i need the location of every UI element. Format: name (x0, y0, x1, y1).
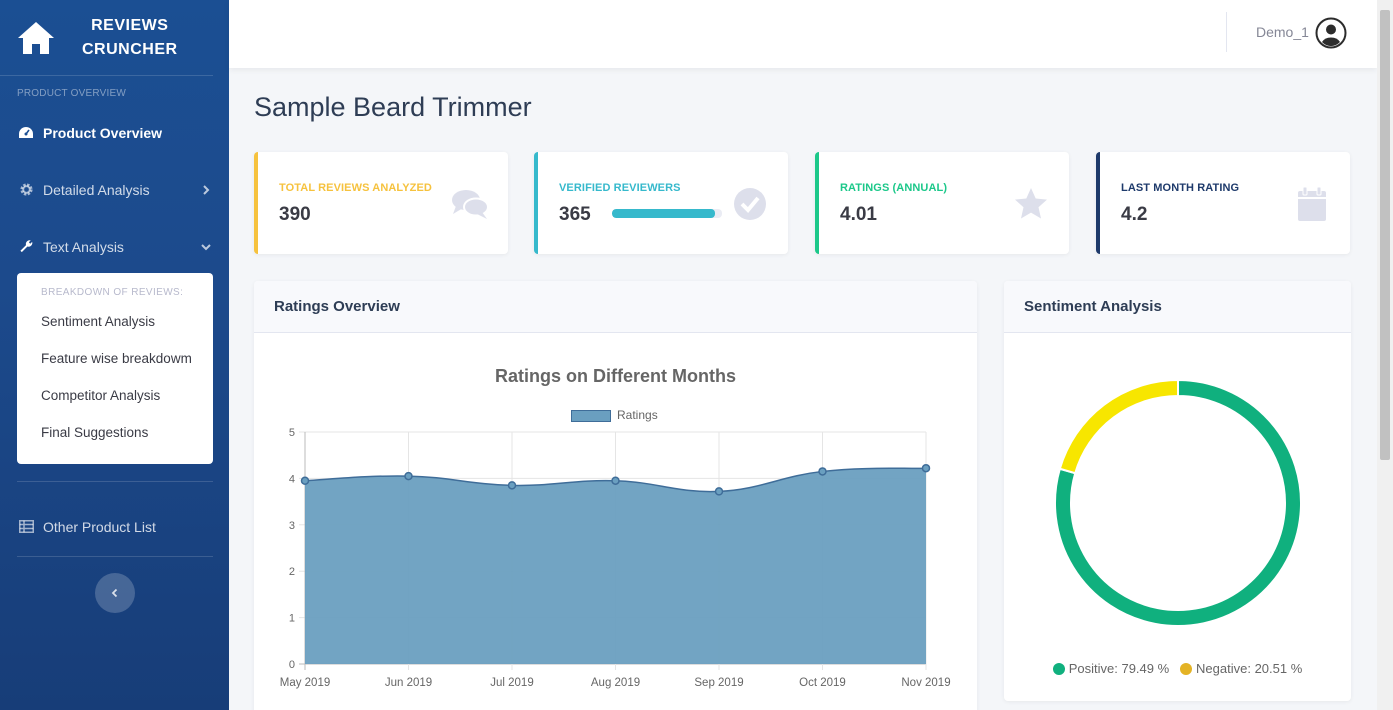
card-annual-ratings: RATINGS (ANNUAL) 4.01 (815, 152, 1069, 254)
data-point (300, 476, 310, 485)
verified-progress-bar (612, 209, 722, 218)
card-verified-reviewers: VERIFIED REVIEWERS 365 (534, 152, 788, 254)
sidebar-item-detailed-analysis[interactable]: Detailed Analysis (0, 161, 229, 218)
sidebar-item-label: Text Analysis (43, 238, 124, 255)
card-value: 390 (279, 204, 311, 225)
sidebar-item-label: Detailed Analysis (43, 181, 150, 198)
y-tick-label: 3 (289, 520, 295, 532)
scrollbar-thumb[interactable] (1380, 10, 1390, 460)
chevron-down-icon (201, 243, 211, 250)
negative-dot (1180, 663, 1193, 675)
card-value: 4.2 (1121, 204, 1148, 225)
sidebar-item-label: Other Product List (43, 518, 156, 535)
submenu-item-final-suggestions[interactable]: Final Suggestions (41, 425, 213, 462)
sidebar-heading: PRODUCT OVERVIEW (17, 88, 126, 99)
card-label: VERIFIED REVIEWERS (559, 182, 681, 194)
y-tick-label: 5 (289, 427, 295, 439)
data-point (921, 463, 931, 473)
x-tick-label: Oct 2019 (799, 677, 846, 689)
sentiment-legend: Positive: 79.49 % Negative: 20.51 % (1004, 661, 1351, 676)
card-label: RATINGS (ANNUAL) (840, 182, 948, 194)
card-label: TOTAL REVIEWS ANALYZED (279, 182, 432, 194)
table-icon (18, 519, 34, 535)
card-label: LAST MONTH RATING (1121, 182, 1240, 194)
data-point (507, 481, 517, 490)
card-value: 4.01 (840, 204, 877, 225)
donut-slice-negative (1058, 378, 1179, 475)
gear-icon (18, 182, 34, 198)
sidebar: REVIEWS CRUNCHER PRODUCT OVERVIEW Produc… (0, 0, 229, 710)
y-tick-label: 1 (289, 613, 295, 625)
home-icon (18, 21, 54, 54)
card-last-month-rating: LAST MONTH RATING 4.2 (1096, 152, 1350, 254)
data-point (611, 476, 620, 485)
chevron-right-icon (203, 184, 210, 195)
brand-line-2: CRUNCHER (82, 40, 178, 58)
sidebar-item-product-overview[interactable]: Product Overview (0, 104, 229, 161)
x-tick-label: May 2019 (280, 677, 331, 689)
x-tick-label: Nov 2019 (901, 677, 950, 689)
y-tick-label: 4 (289, 473, 295, 485)
submenu-heading: BREAKDOWN OF REVIEWS: (41, 287, 184, 298)
negative-label[interactable]: Negative: 20.51 % (1196, 661, 1302, 676)
submenu-item-feature-breakdown[interactable]: Feature wise breakdowm (41, 351, 213, 388)
wrench-icon (18, 239, 34, 255)
ratings-area (305, 468, 926, 664)
sidebar-divider (17, 481, 213, 482)
x-tick-label: Jul 2019 (490, 677, 533, 689)
text-analysis-submenu: BREAKDOWN OF REVIEWS: Sentiment Analysis… (17, 273, 213, 464)
user-avatar-icon[interactable] (1315, 17, 1347, 49)
x-tick-label: Aug 2019 (591, 677, 640, 689)
sentiment-donut-chart (1054, 378, 1302, 627)
topbar-divider (1226, 12, 1227, 52)
sidebar-divider (17, 556, 213, 557)
brand-name: REVIEWS CRUNCHER (82, 14, 178, 62)
card-value: 365 (559, 204, 591, 225)
submenu-item-sentiment-analysis[interactable]: Sentiment Analysis (41, 314, 213, 351)
positive-label[interactable]: Positive: 79.49 % (1069, 661, 1169, 676)
progress-fill (612, 209, 716, 218)
chevron-left-icon (111, 588, 118, 598)
sidebar-item-other-product-list[interactable]: Other Product List (0, 498, 229, 555)
y-tick-label: 2 (289, 566, 295, 578)
brand-line-1: REVIEWS (91, 16, 169, 34)
data-point (714, 487, 724, 496)
page-title: Sample Beard Trimmer (254, 92, 532, 122)
sidebar-item-label: Product Overview (43, 124, 163, 141)
comments-icon (452, 190, 489, 219)
submenu-item-competitor-analysis[interactable]: Competitor Analysis (41, 388, 213, 425)
user-name[interactable]: Demo_1 (1256, 24, 1309, 40)
ratings-overview-panel: Ratings Overview Ratings on Different Mo… (254, 281, 977, 710)
positive-dot (1052, 663, 1065, 675)
x-tick-label: Sep 2019 (694, 677, 743, 689)
sidebar-toggle-button[interactable] (95, 573, 135, 613)
x-tick-label: Jun 2019 (385, 677, 432, 689)
star-icon (1015, 188, 1047, 219)
page-scrollbar[interactable] (1377, 0, 1393, 710)
check-circle-icon (734, 188, 766, 220)
dashboard-icon (18, 125, 34, 141)
sentiment-analysis-panel: Sentiment Analysis Positive: 79.49 % Neg… (1004, 281, 1351, 701)
sidebar-item-text-analysis[interactable]: Text Analysis (0, 218, 229, 275)
topbar: Demo_1 (229, 0, 1377, 68)
data-point (818, 467, 827, 476)
brand[interactable]: REVIEWS CRUNCHER (0, 0, 213, 76)
card-total-reviews: TOTAL REVIEWS ANALYZED 390 (254, 152, 508, 254)
y-tick-label: 0 (289, 659, 295, 671)
calendar-icon (1298, 186, 1326, 221)
data-point (404, 471, 413, 481)
ratings-area-chart: 0 1 2 3 4 5 May 2019 Jun 2019 Jul 2019 Aug 2019 Se… (280, 427, 951, 689)
